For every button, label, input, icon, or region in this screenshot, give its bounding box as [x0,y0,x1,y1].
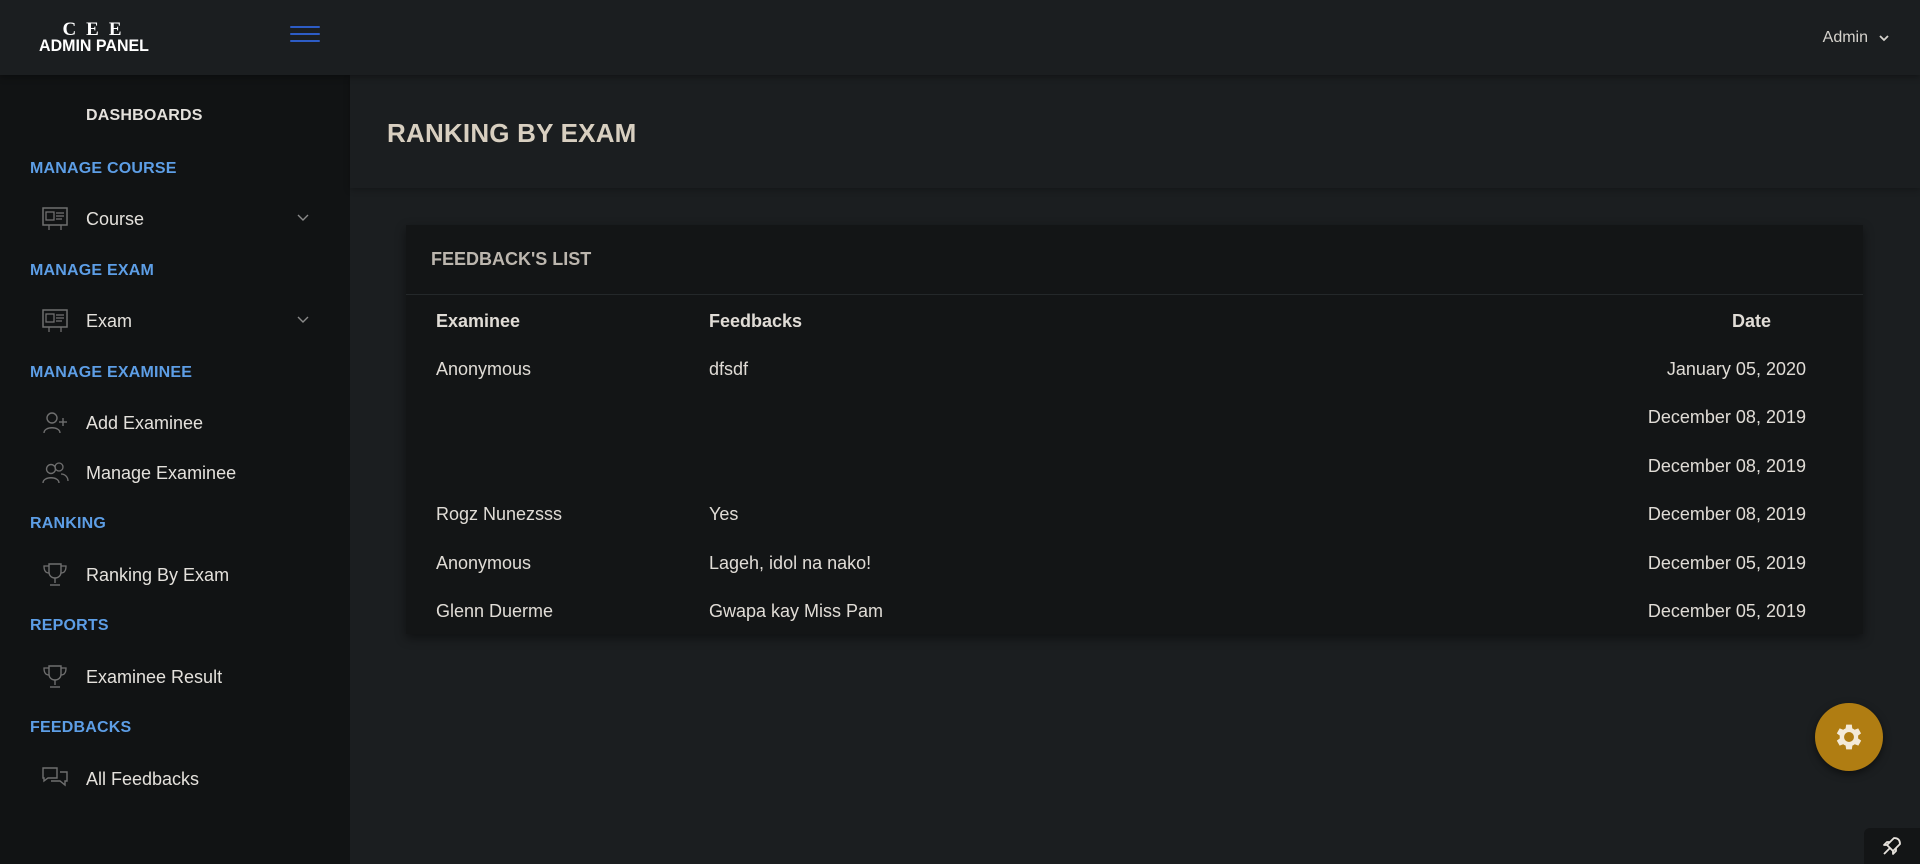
feedback-table: Examinee Feedbacks Date Anonymous dfsdf … [406,295,1863,636]
sidebar-item-exam[interactable]: Exam [40,303,310,339]
trophy-icon [40,663,70,691]
sidebar-item-dashboards[interactable]: DASHBOARDS [86,107,203,125]
sidebar: DASHBOARDS MANAGE COURSE Course MANAGE E… [0,75,350,864]
hamburger-menu-icon[interactable] [290,26,320,44]
cell-feedback: dfsdf [709,358,749,379]
sidebar-item-manage-examinee[interactable]: Manage Examinee [40,455,310,491]
cell-date: December 05, 2019 [1647,552,1806,573]
presentation-board-icon [40,205,70,233]
page-header: RANKING BY EXAM [350,75,1920,188]
sidebar-item-course[interactable]: Course [40,201,310,237]
cell-feedback [709,394,1509,443]
sidebar-item-label: Examinee Result [86,666,223,687]
sidebar-item-label: Course [86,208,145,229]
cell-examinee: Rogz Nunezsss [436,504,563,525]
column-header-date[interactable]: Date [1509,295,1863,345]
cell-date: December 08, 2019 [1647,455,1806,476]
sidebar-section-manage-exam: MANAGE EXAM [30,262,154,279]
table-row: Rogz Nunezsss Yes December 08, 2019 [406,491,1863,540]
rocket-icon [1883,837,1901,855]
cell-feedback [709,442,1509,491]
page-title: RANKING BY EXAM [387,118,637,148]
table-row: December 08, 2019 [406,442,1863,491]
sidebar-section-ranking: RANKING [30,515,107,532]
sidebar-item-examinee-result[interactable]: Examinee Result [40,659,310,695]
chevron-down-icon [297,316,309,323]
user-name: Admin [1822,29,1868,46]
chevron-down-icon [297,214,309,221]
table-row: Anonymous Lageh, idol na nako! December … [406,539,1863,588]
sidebar-section-manage-examinee: MANAGE EXAMINEE [30,364,193,381]
brand-line-2: ADMIN PANEL [39,37,149,56]
cell-date: January 05, 2020 [1666,358,1806,379]
top-header: CEE ADMIN PANEL Admin [0,0,1920,75]
cell-date: December 08, 2019 [1647,407,1806,428]
chat-bubbles-icon [40,765,70,793]
cell-feedback: Gwapa kay Miss Pam [709,601,884,622]
sidebar-section-manage-course: MANAGE COURSE [30,160,177,177]
table-row: Anonymous dfsdf January 05, 2020 [406,345,1863,394]
add-user-icon [40,409,70,437]
presentation-board-icon [40,307,70,335]
brand-logo[interactable]: CEE ADMIN PANEL [34,20,154,55]
chevron-down-icon [1879,35,1889,42]
trophy-icon [40,561,70,589]
sidebar-item-all-feedbacks[interactable]: All Feedbacks [40,761,310,797]
gear-icon [1836,724,1862,750]
cell-examinee [406,442,709,491]
sidebar-item-ranking-by-exam[interactable]: Ranking By Exam [40,557,310,593]
user-menu[interactable]: Admin [1823,29,1890,47]
cell-feedback: Lageh, idol na nako! [709,552,872,573]
table-row: December 08, 2019 [406,394,1863,443]
sidebar-section-feedbacks: FEEDBACKS [30,719,132,736]
users-icon [40,459,70,487]
sidebar-item-label: Exam [86,310,133,331]
cell-examinee [406,394,709,443]
settings-fab-button[interactable] [1815,703,1883,771]
feedback-card: FEEDBACK'S LIST Examinee Feedbacks Date … [406,225,1863,634]
sidebar-item-label: Add Examinee [86,412,204,433]
brand-line-1: CEE [62,19,132,40]
sidebar-item-label: Ranking By Exam [86,564,230,585]
column-header-feedbacks[interactable]: Feedbacks [709,295,1509,345]
sidebar-section-reports: REPORTS [30,617,109,634]
sidebar-item-label: Manage Examinee [86,462,237,483]
column-header-examinee[interactable]: Examinee [406,295,709,345]
cell-examinee: Anonymous [436,552,532,573]
table-header-row: Examinee Feedbacks Date [406,295,1863,345]
table-row: Glenn Duerme Gwapa kay Miss Pam December… [406,588,1863,637]
cell-examinee: Glenn Duerme [436,601,554,622]
cell-feedback: Yes [709,504,739,525]
sidebar-item-add-examinee[interactable]: Add Examinee [40,405,310,441]
sidebar-item-label: All Feedbacks [86,768,200,789]
card-title: FEEDBACK'S LIST [406,225,1863,295]
cell-date: December 08, 2019 [1647,504,1806,525]
corner-tool-button[interactable] [1864,828,1920,864]
cell-examinee: Anonymous [436,358,532,379]
cell-date: December 05, 2019 [1647,601,1806,622]
